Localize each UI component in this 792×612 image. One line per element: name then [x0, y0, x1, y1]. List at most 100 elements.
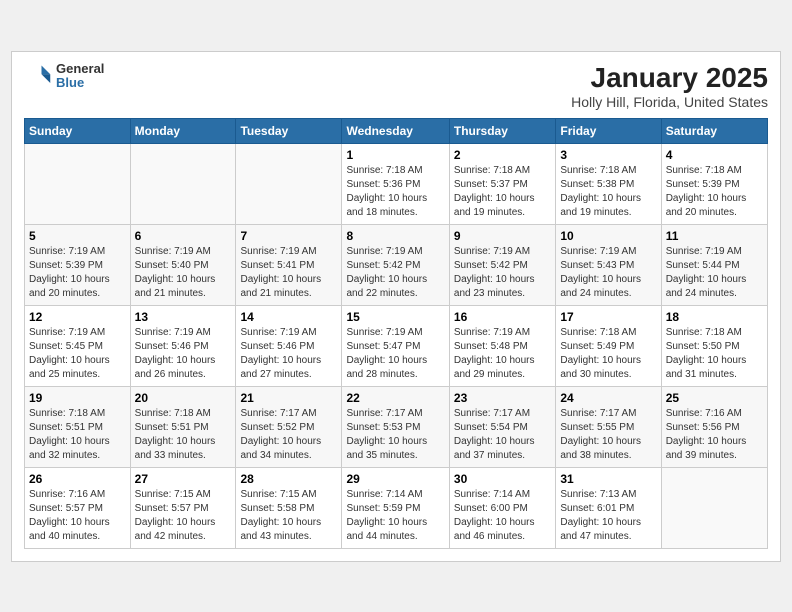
- day-number: 8: [346, 229, 444, 243]
- day-number: 6: [135, 229, 232, 243]
- weekday-header-row: SundayMondayTuesdayWednesdayThursdayFrid…: [25, 118, 768, 143]
- calendar-cell: 23 Sunrise: 7:17 AM Sunset: 5:54 PM Dayli…: [449, 386, 555, 467]
- day-info: Sunrise: 7:17 AM Sunset: 5:52 PM Dayligh…: [240, 407, 337, 463]
- day-number: 16: [454, 310, 551, 324]
- calendar-cell: 5Sunrise: 7:19 AM Sunset: 5:39 PM Daylig…: [25, 224, 131, 305]
- calendar-cell: 4 Sunrise: 7:18 AM Sunset: 5:39 PM Daylig…: [661, 143, 767, 224]
- calendar-cell: 12 Sunrise: 7:19 AM Sunset: 5:45 PM Dayli…: [25, 305, 131, 386]
- day-number: 9: [454, 229, 551, 243]
- day-info: Sunrise: 7:14 AM Sunset: 6:00 PM Dayligh…: [454, 488, 551, 544]
- logo-icon: [24, 62, 52, 90]
- calendar-header: General Blue January 2025 Holly Hill, Fl…: [24, 62, 768, 110]
- calendar-cell: 17 Sunrise: 7:18 AM Sunset: 5:49 PM Dayli…: [556, 305, 661, 386]
- calendar-cell: 13Sunrise: 7:19 AM Sunset: 5:46 PM Dayli…: [130, 305, 236, 386]
- calendar-cell: 29Sunrise: 7:14 AM Sunset: 5:59 PM Dayli…: [342, 467, 449, 548]
- weekday-header: Wednesday: [342, 118, 449, 143]
- calendar-cell: 16 Sunrise: 7:19 AM Sunset: 5:48 PM Dayli…: [449, 305, 555, 386]
- day-number: 22: [346, 391, 444, 405]
- logo-line1: General: [56, 62, 104, 76]
- day-number: 17: [560, 310, 656, 324]
- day-info: Sunrise: 7:19 AM Sunset: 5:45 PM Dayligh…: [29, 326, 126, 382]
- calendar-cell: [130, 143, 236, 224]
- day-number: 26: [29, 472, 126, 486]
- day-info: Sunrise: 7:19 AM Sunset: 5:46 PM Dayligh…: [240, 326, 337, 382]
- calendar-cell: [661, 467, 767, 548]
- logo: General Blue: [24, 62, 104, 91]
- day-number: 27: [135, 472, 232, 486]
- day-number: 14: [240, 310, 337, 324]
- calendar-cell: 6Sunrise: 7:19 AM Sunset: 5:40 PM Daylig…: [130, 224, 236, 305]
- calendar-cell: 9 Sunrise: 7:19 AM Sunset: 5:42 PM Daylig…: [449, 224, 555, 305]
- calendar-cell: 25 Sunrise: 7:16 AM Sunset: 5:56 PM Dayli…: [661, 386, 767, 467]
- day-info: Sunrise: 7:18 AM Sunset: 5:37 PM Dayligh…: [454, 164, 551, 220]
- weekday-header: Tuesday: [236, 118, 342, 143]
- calendar-week-row: 26 Sunrise: 7:16 AM Sunset: 5:57 PM Dayli…: [25, 467, 768, 548]
- day-info: Sunrise: 7:18 AM Sunset: 5:39 PM Dayligh…: [666, 164, 763, 220]
- calendar-cell: 11 Sunrise: 7:19 AM Sunset: 5:44 PM Dayli…: [661, 224, 767, 305]
- day-info: Sunrise: 7:19 AM Sunset: 5:42 PM Dayligh…: [454, 245, 551, 301]
- calendar-cell: 1Sunrise: 7:18 AM Sunset: 5:36 PM Daylig…: [342, 143, 449, 224]
- weekday-header: Sunday: [25, 118, 131, 143]
- day-info: Sunrise: 7:19 AM Sunset: 5:46 PM Dayligh…: [135, 326, 232, 382]
- day-number: 30: [454, 472, 551, 486]
- day-info: Sunrise: 7:19 AM Sunset: 5:47 PM Dayligh…: [346, 326, 444, 382]
- weekday-header: Friday: [556, 118, 661, 143]
- day-number: 3: [560, 148, 656, 162]
- day-number: 28: [240, 472, 337, 486]
- day-info: Sunrise: 7:19 AM Sunset: 5:41 PM Dayligh…: [240, 245, 337, 301]
- day-number: 12: [29, 310, 126, 324]
- day-info: Sunrise: 7:13 AM Sunset: 6:01 PM Dayligh…: [560, 488, 656, 544]
- day-number: 7: [240, 229, 337, 243]
- day-info: Sunrise: 7:19 AM Sunset: 5:44 PM Dayligh…: [666, 245, 763, 301]
- calendar-subtitle: Holly Hill, Florida, United States: [571, 94, 768, 110]
- day-info: Sunrise: 7:16 AM Sunset: 5:57 PM Dayligh…: [29, 488, 126, 544]
- day-number: 31: [560, 472, 656, 486]
- day-info: Sunrise: 7:18 AM Sunset: 5:49 PM Dayligh…: [560, 326, 656, 382]
- day-number: 15: [346, 310, 444, 324]
- day-number: 25: [666, 391, 763, 405]
- calendar-table: SundayMondayTuesdayWednesdayThursdayFrid…: [24, 118, 768, 549]
- day-info: Sunrise: 7:18 AM Sunset: 5:38 PM Dayligh…: [560, 164, 656, 220]
- day-info: Sunrise: 7:18 AM Sunset: 5:50 PM Dayligh…: [666, 326, 763, 382]
- calendar-cell: 21Sunrise: 7:17 AM Sunset: 5:52 PM Dayli…: [236, 386, 342, 467]
- day-info: Sunrise: 7:15 AM Sunset: 5:58 PM Dayligh…: [240, 488, 337, 544]
- calendar-container: General Blue January 2025 Holly Hill, Fl…: [11, 51, 781, 562]
- calendar-week-row: 19 Sunrise: 7:18 AM Sunset: 5:51 PM Dayli…: [25, 386, 768, 467]
- day-number: 11: [666, 229, 763, 243]
- day-info: Sunrise: 7:16 AM Sunset: 5:56 PM Dayligh…: [666, 407, 763, 463]
- calendar-cell: [25, 143, 131, 224]
- logo-line2: Blue: [56, 76, 104, 90]
- calendar-cell: 31 Sunrise: 7:13 AM Sunset: 6:01 PM Dayli…: [556, 467, 661, 548]
- day-info: Sunrise: 7:14 AM Sunset: 5:59 PM Dayligh…: [346, 488, 444, 544]
- day-number: 19: [29, 391, 126, 405]
- day-info: Sunrise: 7:18 AM Sunset: 5:51 PM Dayligh…: [29, 407, 126, 463]
- calendar-cell: 24 Sunrise: 7:17 AM Sunset: 5:55 PM Dayli…: [556, 386, 661, 467]
- calendar-cell: 26 Sunrise: 7:16 AM Sunset: 5:57 PM Dayli…: [25, 467, 131, 548]
- weekday-header: Saturday: [661, 118, 767, 143]
- calendar-cell: 19 Sunrise: 7:18 AM Sunset: 5:51 PM Dayli…: [25, 386, 131, 467]
- day-number: 23: [454, 391, 551, 405]
- day-info: Sunrise: 7:17 AM Sunset: 5:53 PM Dayligh…: [346, 407, 444, 463]
- day-info: Sunrise: 7:19 AM Sunset: 5:43 PM Dayligh…: [560, 245, 656, 301]
- day-info: Sunrise: 7:17 AM Sunset: 5:54 PM Dayligh…: [454, 407, 551, 463]
- calendar-cell: 28 Sunrise: 7:15 AM Sunset: 5:58 PM Dayli…: [236, 467, 342, 548]
- calendar-cell: 22 Sunrise: 7:17 AM Sunset: 5:53 PM Dayli…: [342, 386, 449, 467]
- calendar-cell: 3 Sunrise: 7:18 AM Sunset: 5:38 PM Daylig…: [556, 143, 661, 224]
- day-number: 10: [560, 229, 656, 243]
- calendar-cell: 10 Sunrise: 7:19 AM Sunset: 5:43 PM Dayli…: [556, 224, 661, 305]
- title-block: January 2025 Holly Hill, Florida, United…: [571, 62, 768, 110]
- day-number: 20: [135, 391, 232, 405]
- calendar-cell: 2Sunrise: 7:18 AM Sunset: 5:37 PM Daylig…: [449, 143, 555, 224]
- logo-text: General Blue: [56, 62, 104, 91]
- calendar-cell: 8 Sunrise: 7:19 AM Sunset: 5:42 PM Daylig…: [342, 224, 449, 305]
- day-number: 4: [666, 148, 763, 162]
- calendar-cell: 30 Sunrise: 7:14 AM Sunset: 6:00 PM Dayli…: [449, 467, 555, 548]
- day-info: Sunrise: 7:17 AM Sunset: 5:55 PM Dayligh…: [560, 407, 656, 463]
- day-number: 5: [29, 229, 126, 243]
- calendar-cell: 7 Sunrise: 7:19 AM Sunset: 5:41 PM Daylig…: [236, 224, 342, 305]
- calendar-title: January 2025: [571, 62, 768, 94]
- day-number: 24: [560, 391, 656, 405]
- day-info: Sunrise: 7:19 AM Sunset: 5:48 PM Dayligh…: [454, 326, 551, 382]
- day-info: Sunrise: 7:19 AM Sunset: 5:42 PM Dayligh…: [346, 245, 444, 301]
- calendar-week-row: 1Sunrise: 7:18 AM Sunset: 5:36 PM Daylig…: [25, 143, 768, 224]
